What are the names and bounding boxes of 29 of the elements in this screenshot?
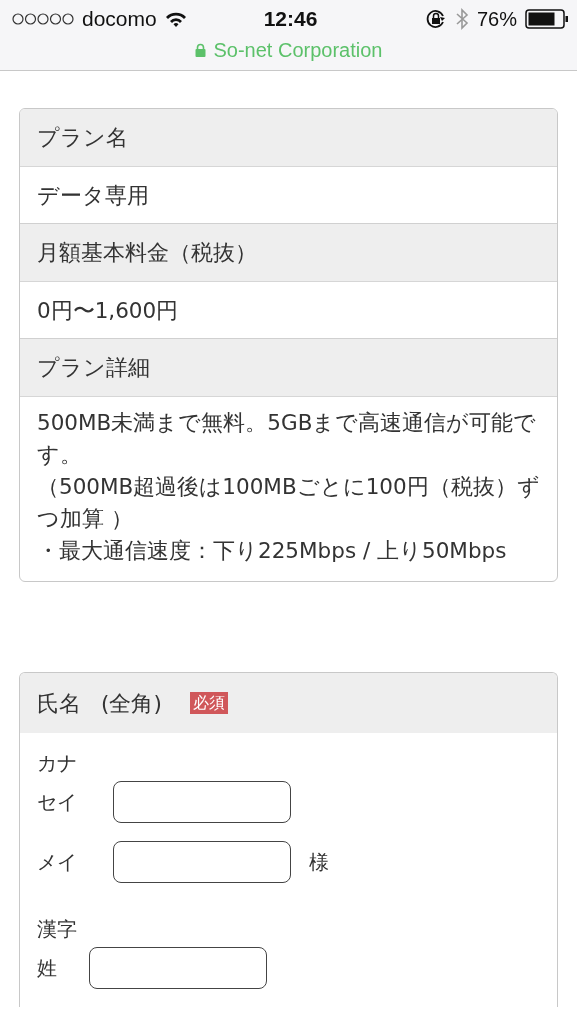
- input-field[interactable]: [89, 947, 267, 989]
- detail-text: （500MB超過後は100MBごとに100円（税抜）ずつ加算 ）: [37, 473, 540, 533]
- row-value: データ専用: [20, 166, 557, 224]
- battery-percent: 76%: [476, 7, 517, 31]
- field-label: セイ: [37, 788, 78, 816]
- row-header: プラン名: [20, 109, 557, 166]
- input-field[interactable]: [113, 841, 291, 883]
- row-header: プラン詳細: [20, 339, 557, 396]
- field-label: メイ: [37, 848, 78, 876]
- battery-icon: [525, 9, 569, 29]
- group-label: カナ: [37, 749, 78, 777]
- detail-text: ・最大通信速度：下り225Mbps / 上り50Mbps: [37, 537, 508, 565]
- honorific-suffix: 様: [309, 848, 329, 876]
- site-name[interactable]: So-net Corporation: [213, 38, 383, 62]
- detail-text: 500MB未満まで無料。5GBまで高速通信が可能です。: [37, 409, 538, 469]
- input-field[interactable]: [113, 781, 291, 823]
- wifi-icon: [164, 11, 187, 27]
- row-header: 月額基本料金（税抜）: [20, 224, 557, 281]
- signal-icon: [12, 13, 74, 25]
- clock-time: 12:46: [263, 7, 318, 31]
- bluetooth-icon: [454, 8, 469, 30]
- field-label: 姓: [37, 954, 58, 982]
- group-label: 漢字: [37, 915, 78, 943]
- field-title: 氏名: [37, 689, 81, 718]
- required-badge: 必須: [189, 692, 228, 714]
- field-note: (全角): [101, 689, 162, 718]
- carrier-name: docomo: [82, 7, 157, 31]
- row-value: 0円〜1,600円: [20, 281, 557, 339]
- rotation-lock-icon: [424, 8, 447, 30]
